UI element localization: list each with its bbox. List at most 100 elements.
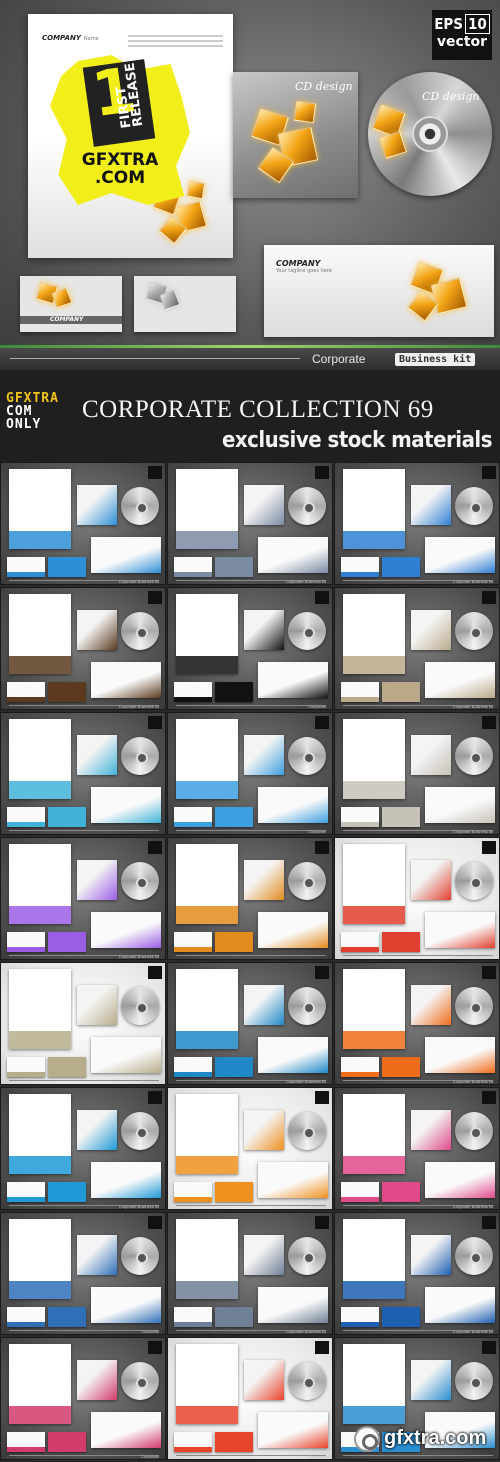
tile-eps-badge: [148, 466, 162, 479]
tile-eps-badge: [148, 716, 162, 729]
tile-letterhead: [176, 969, 238, 1049]
tile-business-card: [48, 932, 86, 952]
tile-eps-badge: [315, 966, 329, 979]
tile-letterhead: [343, 469, 405, 549]
tile-envelope: [425, 537, 495, 573]
tile-eps-badge: [315, 841, 329, 854]
tile-cd-case: [411, 1110, 451, 1150]
tile-cd-disc: [288, 612, 326, 650]
tile-letterhead: [176, 1344, 238, 1424]
tile-letterhead: [9, 719, 71, 799]
letterhead-company: COMPANY Name: [42, 34, 99, 42]
tile-letterhead: [343, 1094, 405, 1174]
preview-tile: Corporate Business kit: [334, 1212, 500, 1335]
tile-footer-label: Corporate: [308, 1454, 326, 1459]
tile-letterhead-accent: [343, 1031, 405, 1049]
business-card-back: [134, 276, 236, 332]
tile-letterhead-accent: [9, 656, 71, 674]
tile-envelope: [258, 1162, 328, 1198]
tile-letterhead-accent: [176, 531, 238, 549]
gold-cube: [379, 131, 407, 159]
tile-letterhead: [343, 719, 405, 799]
tile-letterhead: [176, 844, 238, 924]
tile-letterhead-accent: [9, 1156, 71, 1174]
tile-letterhead-accent: [176, 1156, 238, 1174]
tile-eps-badge: [315, 1091, 329, 1104]
preview-tile: Corporate: [167, 587, 333, 710]
tile-footer-label: Corporate: [141, 1329, 159, 1334]
tile-cd-disc: [121, 612, 159, 650]
tile-eps-badge: [482, 966, 496, 979]
tile-cd-case: [411, 1235, 451, 1275]
tile-letterhead: [343, 969, 405, 1049]
tile-letterhead-accent: [176, 1281, 238, 1299]
tile-envelope: [91, 787, 161, 823]
tile-eps-badge: [315, 1341, 329, 1354]
tile-footer-label: Corporate: [141, 1454, 159, 1459]
tile-letterhead-accent: [176, 656, 238, 674]
tile-eps-badge: [482, 1216, 496, 1229]
tile-business-card: [215, 1432, 253, 1452]
tile-cd-disc: [455, 862, 493, 900]
tile-envelope: [91, 537, 161, 573]
tile-envelope: [91, 1037, 161, 1073]
tile-cd-case: [411, 985, 451, 1025]
tile-letterhead-accent: [9, 1031, 71, 1049]
tile-footer-label: Corporate: [308, 829, 326, 834]
tile-business-card: [7, 1432, 45, 1452]
tile-envelope: [425, 662, 495, 698]
preview-tile: [0, 712, 166, 835]
tile-letterhead-accent: [343, 781, 405, 799]
tile-business-card: [382, 1182, 420, 1202]
tile-business-card: [174, 1307, 212, 1327]
tile-business-card: [174, 557, 212, 577]
tile-cd-case: [244, 735, 284, 775]
tile-business-card: [341, 557, 379, 577]
tile-eps-badge: [148, 841, 162, 854]
tile-letterhead: [176, 1094, 238, 1174]
tile-letterhead: [176, 594, 238, 674]
tile-footer-rule: [9, 830, 159, 831]
tile-cd-case: [411, 860, 451, 900]
tile-footer-label: Corporate Business kit: [118, 954, 159, 959]
site-watermark: gfxtra.com: [350, 1424, 496, 1454]
tile-letterhead-accent: [343, 906, 405, 924]
tile-business-card: [382, 1307, 420, 1327]
tile-letterhead-accent: [9, 531, 71, 549]
tile-letterhead: [343, 594, 405, 674]
hero-preview: COMPANY Name 1 FIRST RELEASE GFXTRA .COM …: [0, 0, 500, 370]
preview-tile: Corporate: [0, 962, 166, 1085]
tile-envelope: [258, 787, 328, 823]
tile-footer-label: Corporate: [141, 1079, 159, 1084]
tile-cd-disc: [455, 487, 493, 525]
gold-cube: [430, 277, 468, 315]
tile-cd-case: [77, 985, 117, 1025]
tile-cd-disc: [121, 1237, 159, 1275]
grey-cube: [159, 289, 181, 311]
tile-footer-label: Corporate: [308, 704, 326, 709]
tile-cd-disc: [121, 1112, 159, 1150]
tile-eps-badge: [482, 716, 496, 729]
tile-letterhead: [9, 469, 71, 549]
tile-cd-case: [244, 485, 284, 525]
tile-business-card: [48, 682, 86, 702]
tile-cd-case: [244, 1360, 284, 1400]
gold-cube: [293, 100, 317, 124]
tile-footer-label: Corporate Business kit: [452, 579, 493, 584]
tile-cd-disc: [121, 487, 159, 525]
tile-letterhead: [9, 1094, 71, 1174]
business-card-front: COMPANY: [20, 276, 122, 332]
tile-envelope: [258, 537, 328, 573]
tile-eps-badge: [315, 466, 329, 479]
tile-cd-disc: [121, 737, 159, 775]
tile-letterhead: [343, 844, 405, 924]
tile-footer-label: Corporate Business kit: [118, 1204, 159, 1209]
tile-cd-case: [244, 985, 284, 1025]
tile-cd-case: [77, 1235, 117, 1275]
tile-cd-case: [411, 485, 451, 525]
tile-eps-badge: [482, 841, 496, 854]
tile-business-card: [7, 557, 45, 577]
tile-cd-disc: [455, 737, 493, 775]
tile-letterhead-accent: [9, 1406, 71, 1424]
tile-cd-case: [411, 735, 451, 775]
